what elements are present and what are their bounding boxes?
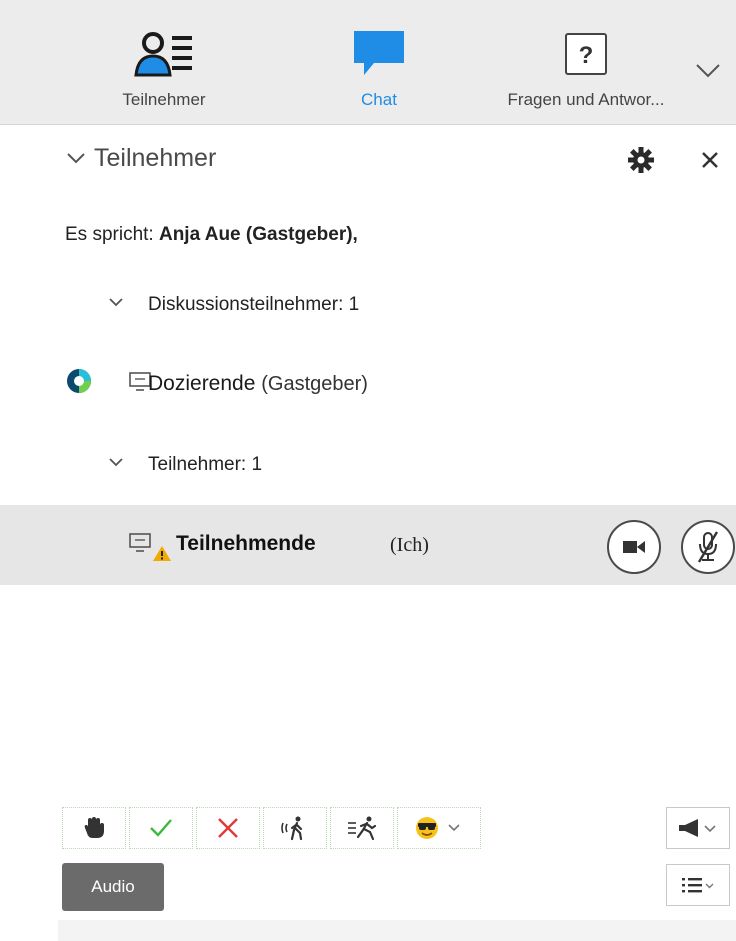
- panel-title: Teilnehmer: [94, 144, 217, 172]
- tab-participants-label: Teilnehmer: [122, 90, 206, 109]
- svg-text:?: ?: [579, 42, 594, 69]
- warning-icon: [152, 545, 172, 567]
- more-tabs-chevron-icon[interactable]: [690, 55, 726, 85]
- tab-chat[interactable]: Chat: [315, 0, 443, 124]
- video-camera-icon: [623, 541, 645, 553]
- announcement-button[interactable]: [666, 807, 730, 849]
- emoji-menu-button[interactable]: [397, 807, 481, 849]
- agree-button[interactable]: [129, 807, 193, 849]
- group-panelists[interactable]: Diskussionsteilnehmer: 1: [106, 294, 359, 316]
- tab-chat-label: Chat: [361, 90, 397, 109]
- megaphone-icon: [679, 819, 716, 837]
- list-icon: [682, 878, 714, 893]
- bottom-strip: [58, 920, 736, 941]
- list-view-button[interactable]: [666, 864, 730, 906]
- reactions-toolbar: [62, 807, 484, 851]
- top-tab-bar: Teilnehmer Chat ? Fragen und Antwor...: [0, 0, 736, 125]
- check-icon: [150, 819, 172, 837]
- slow-down-button[interactable]: [263, 807, 327, 849]
- raise-hand-icon: [84, 817, 104, 838]
- my-name: Teilnehmende: [176, 532, 316, 555]
- tab-questions-label: Fragen und Antwor...: [507, 90, 665, 109]
- question-icon: ?: [564, 30, 608, 78]
- self-indicator: (Ich): [390, 534, 429, 556]
- raise-hand-button[interactable]: [62, 807, 126, 849]
- group-attendees-label: Teilnehmer: 1: [148, 454, 263, 475]
- group-panelists-label: Diskussionsteilnehmer: 1: [148, 294, 360, 315]
- speed-up-button[interactable]: [330, 807, 394, 849]
- participant-row-host[interactable]: [0, 357, 736, 413]
- active-speaker: Es spricht: Anja Aue (Gastgeber),: [65, 224, 358, 246]
- webex-logo-icon: [66, 368, 92, 394]
- host-name-text: Dozierende: [148, 372, 256, 395]
- run-icon: [348, 816, 377, 841]
- chevron-down-icon: [106, 454, 126, 476]
- chevron-down-icon: [106, 294, 126, 316]
- active-speaker-name: Anja Aue (Gastgeber),: [158, 224, 358, 245]
- walk-icon: [281, 816, 303, 841]
- tab-participants[interactable]: Teilnehmer: [96, 0, 232, 124]
- emoji-icon: [416, 817, 460, 839]
- gear-icon[interactable]: [626, 145, 656, 175]
- group-attendees[interactable]: Teilnehmer: 1: [106, 454, 262, 476]
- desktop-device-icon: [128, 532, 152, 559]
- host-name: Dozierende (Gastgeber): [148, 372, 368, 396]
- cross-icon: [218, 818, 238, 838]
- audio-button[interactable]: Audio: [62, 863, 164, 911]
- tab-questions[interactable]: ? Fragen und Antwor...: [470, 0, 702, 124]
- video-camera-button[interactable]: [607, 520, 661, 574]
- participants-icon: [124, 30, 204, 78]
- mute-microphone-button[interactable]: [681, 520, 735, 574]
- chat-icon: [352, 30, 406, 78]
- host-role: (Gastgeber): [261, 373, 368, 395]
- close-icon[interactable]: [696, 146, 724, 174]
- disagree-button[interactable]: [196, 807, 260, 849]
- collapse-panel-chevron-icon[interactable]: [66, 150, 86, 171]
- active-speaker-prefix: Es spricht:: [65, 224, 159, 245]
- microphone-muted-icon: [697, 531, 719, 563]
